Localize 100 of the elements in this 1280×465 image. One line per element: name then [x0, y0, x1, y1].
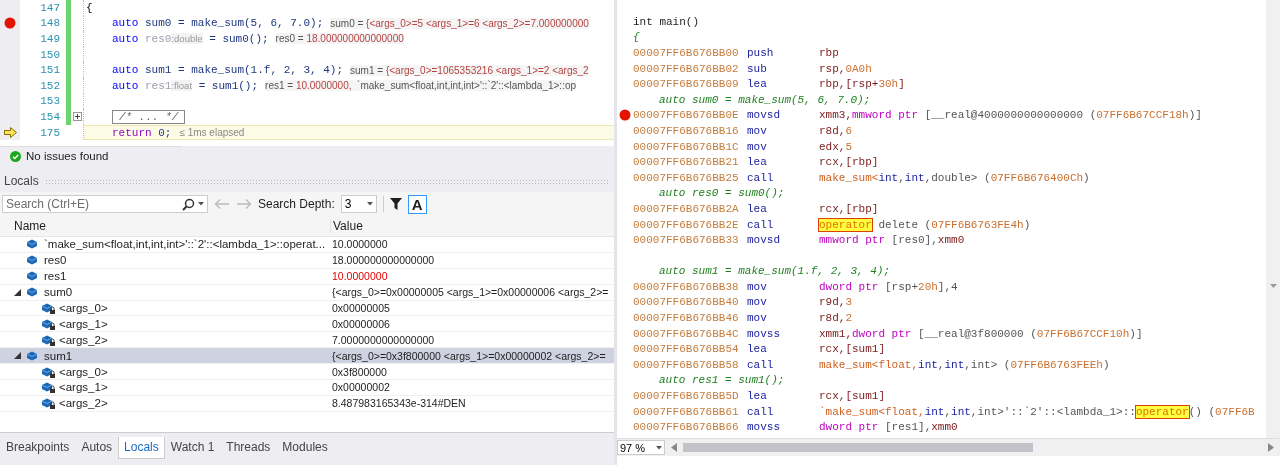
variable-value: 0x00000006	[331, 317, 391, 330]
address: 00007FF6B676BB40	[633, 296, 740, 309]
search-icon[interactable]	[182, 197, 195, 211]
operands: rcx,[sum1]	[819, 390, 885, 403]
locals-row[interactable]: res1 10.0000000	[0, 268, 614, 285]
address: 00007FF6B676BB00	[633, 47, 740, 59]
line-number: 149	[39, 33, 61, 45]
operands: xmm3,mmword ptr [__real@4000000000000000 (07FF6B67CCF18h)]	[819, 109, 1202, 122]
operands: rbp	[819, 47, 839, 59]
expanded-triangle-icon[interactable]	[13, 288, 21, 296]
inline-value-tip: sum1 = {<args_0>=1065353216 <args_1>=2 <args_2	[350, 64, 589, 76]
mnemonic: movss	[747, 327, 781, 340]
mnemonic: sub	[747, 62, 768, 75]
line-number: 151	[39, 64, 61, 77]
mnemonic: mov	[747, 280, 768, 293]
code-line: return 0;	[111, 126, 172, 139]
mnemonic: movsd	[747, 109, 781, 122]
line-number: 148	[39, 17, 61, 30]
operands: rcx,[rbp]	[819, 202, 879, 215]
search-field[interactable]: Search (Ctrl+E)	[2, 195, 208, 213]
variable-value: 18.000000000000000	[331, 254, 436, 267]
operands: mmword ptr [res0],xmm0	[819, 234, 965, 247]
source-line: {	[633, 31, 640, 44]
locals-row[interactable]: sum1 {<args_0>=0x3f800000 <args_1>=0x00000002 <args_2>=	[0, 348, 614, 365]
mnemonic: lea	[747, 156, 768, 169]
back-arrow-icon[interactable]	[214, 198, 230, 210]
variable-value: 10.0000000	[331, 270, 389, 283]
address: 00007FF6B676BB4C	[633, 327, 740, 340]
locals-row[interactable]: <args_0> 0x00000005	[0, 300, 614, 317]
code-line: auto res0:double = sum0();	[111, 33, 269, 45]
locals-row[interactable]: <args_0> 0x3f800000	[0, 364, 614, 380]
operands: xmm1,dword ptr [__real@3f800000 (07FF6B67CCF10h)]	[819, 327, 1143, 340]
filter-icon[interactable]	[389, 198, 402, 210]
operands: rsp,0A0h	[819, 62, 872, 75]
cube-icon	[26, 238, 40, 251]
locals-row[interactable]: res0 18.000000000000000	[0, 252, 614, 269]
check-icon	[10, 150, 21, 162]
locals-row[interactable]: sum0 {<args_0>=0x00000005 <args_1>=0x00000006 <args_2>=	[0, 284, 614, 301]
operands: r8d,2	[819, 312, 852, 325]
operands: make_sum<float,int,int,int> (07FF6B6763FEEh)	[819, 358, 1110, 371]
expanded-triangle-icon[interactable]	[13, 352, 21, 360]
address: 00007FF6B676BB02	[633, 62, 740, 75]
variable-name: <args_2>	[59, 397, 108, 410]
variable-value: 0x3f800000	[331, 365, 388, 378]
variable-name: <args_1>	[59, 381, 108, 394]
depth-dropdown[interactable]: 3	[340, 195, 377, 213]
line-number: 175	[39, 126, 61, 139]
caret-icon[interactable]	[198, 202, 204, 206]
operands: rcx,[sum1]	[819, 343, 885, 356]
locals-row[interactable]: `make_sum<float,int,int,int>'::`2'::<lambda_1>::operat... 10.0000000	[0, 237, 614, 253]
variable-name: res0	[44, 254, 67, 267]
operands: r8d,6	[819, 124, 852, 137]
caret-icon	[366, 202, 373, 206]
scroll-right-icon[interactable]	[1268, 443, 1274, 452]
line-number: 153	[39, 95, 61, 108]
locked-cube-icon	[41, 397, 55, 410]
operands: make_sum<int,int,double> (07FF6B676400Ch)	[819, 171, 1090, 184]
variable-name: sum0	[44, 286, 73, 299]
cube-icon	[26, 270, 40, 283]
scroll-down-icon[interactable]	[1269, 284, 1277, 288]
vertical-scrollbar[interactable]	[1266, 0, 1280, 438]
address: 00007FF6B676BB33	[633, 234, 740, 247]
expand-icon[interactable]	[72, 112, 82, 122]
panel-tab[interactable]: Threads	[220, 437, 277, 459]
code-line: {	[86, 1, 93, 14]
case-toggle-button[interactable]: A	[407, 194, 427, 214]
operands: dword ptr [rsp+20h],4	[819, 280, 958, 293]
address: 00007FF6B676BB1C	[633, 140, 740, 153]
forward-arrow-icon[interactable]	[236, 198, 252, 210]
locals-row[interactable]: <args_1> 0x00000006	[0, 316, 614, 333]
operands: dword ptr [res1],xmm0	[819, 421, 958, 434]
variable-value: 7.0000000000000000	[331, 333, 436, 346]
source-line: auto sum1 = make_sum(1.f, 2, 3, 4);	[658, 265, 891, 278]
address: 00007FF6B676BB38	[633, 280, 740, 293]
cube-icon	[26, 349, 40, 362]
inline-value-tip: res0 = 18.000000000000000	[275, 33, 404, 45]
locals-row[interactable]: <args_1> 0x00000002	[0, 380, 614, 396]
operands: r9d,3	[819, 296, 852, 309]
zoom-dropdown[interactable]: 97 %	[617, 440, 665, 455]
variable-value: {<args_0>=0x3f800000 <args_1>=0x00000002 <args_2>=	[331, 349, 607, 362]
locals-row[interactable]: <args_2> 8.487983165343e-314#DEN	[0, 395, 614, 412]
column-header[interactable]: Name	[0, 219, 330, 233]
panel-tab[interactable]: Modules	[276, 437, 334, 459]
address: 00007FF6B676BB58	[633, 358, 740, 371]
caret-icon	[656, 445, 662, 450]
address: 00007FF6B676BB0E	[633, 109, 740, 122]
search-input[interactable]: Search (Ctrl+E)	[6, 197, 179, 211]
panel-tab[interactable]: Watch 1	[164, 437, 221, 459]
variable-name: sum1	[44, 349, 73, 362]
variable-name: <args_0>	[59, 302, 108, 314]
panel-tab[interactable]: Locals	[118, 437, 165, 459]
panel-tab[interactable]: Breakpoints	[0, 437, 76, 459]
panel-tab[interactable]: Autos	[75, 437, 119, 459]
mnemonic: mov	[747, 312, 768, 325]
status-text: No issues found	[26, 150, 109, 162]
source-line: auto res1 = sum1();	[658, 374, 785, 387]
address: 00007FF6B676BB2A	[633, 202, 740, 215]
variable-value: 8.487983165343e-314#DEN	[331, 397, 467, 410]
scrollbar-thumb[interactable]	[683, 443, 1033, 452]
scroll-left-icon[interactable]	[671, 443, 677, 452]
